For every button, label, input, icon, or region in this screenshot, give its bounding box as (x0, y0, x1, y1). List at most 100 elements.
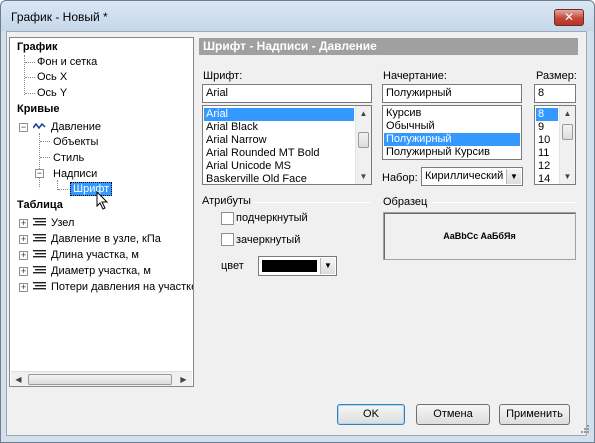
charset-dropdown[interactable]: Кириллический ▼ (421, 167, 523, 186)
tree-group-chart[interactable]: График (17, 39, 58, 55)
scroll-down-arrow-icon[interactable]: ▼ (356, 169, 371, 184)
scroll-up-arrow-icon[interactable]: ▲ (356, 106, 371, 121)
size-option[interactable]: 11 (536, 147, 558, 160)
font-option[interactable]: Baskerville Old Face (204, 173, 354, 184)
tree-guide-line (25, 62, 35, 63)
tree-item-objects[interactable]: Объекты (53, 134, 98, 150)
tree-item-table-4[interactable]: Потери давления на участке (51, 279, 193, 295)
size-option[interactable]: 9 (536, 121, 558, 134)
tree-guide-line (25, 77, 35, 78)
tree-item-table-1[interactable]: Давление в узле, кПа (51, 231, 161, 247)
table-lines-icon (33, 234, 46, 242)
mouse-pointer-icon (96, 191, 109, 210)
size-input[interactable]: 8 (534, 84, 576, 103)
apply-button[interactable]: Применить (499, 404, 570, 425)
title-bar[interactable]: График - Новый * ✕ (1, 1, 594, 31)
group-separator (253, 202, 371, 203)
scroll-right-arrow-icon[interactable]: ▶ (176, 372, 191, 386)
scrollbar-thumb[interactable] (28, 374, 172, 385)
tree-item-pressure[interactable]: Давление (51, 119, 101, 135)
scrollbar-thumb[interactable] (358, 132, 369, 148)
tree-group-curves[interactable]: Кривые (17, 101, 59, 117)
scroll-up-arrow-icon[interactable]: ▲ (560, 106, 575, 121)
underline-label: подчеркнутый (236, 212, 308, 224)
expand-icon[interactable]: + (19, 219, 28, 228)
window-title: График - Новый * (11, 10, 108, 24)
tree-guide-line (40, 141, 50, 142)
style-option[interactable]: Полужирный Курсив (384, 146, 520, 159)
settings-tree[interactable]: График Фон и сетка Ось X Ось Y Кривые − … (9, 37, 194, 387)
font-listbox[interactable]: Arial Arial Black Arial Narrow Arial Rou… (202, 105, 372, 185)
tree-item-labels[interactable]: Надписи (53, 166, 97, 182)
font-label: Шрифт: (203, 70, 243, 82)
style-input[interactable]: Полужирный (382, 84, 522, 103)
color-dropdown[interactable]: ▼ (258, 256, 337, 276)
scroll-down-arrow-icon[interactable]: ▼ (560, 169, 575, 184)
expand-icon[interactable]: + (19, 235, 28, 244)
tree-item-background[interactable]: Фон и сетка (37, 54, 97, 70)
style-option[interactable]: Полужирный (384, 133, 520, 146)
close-icon: ✕ (563, 10, 575, 24)
font-list-scrollbar[interactable]: ▲ ▼ (355, 106, 371, 184)
collapse-icon[interactable]: − (35, 169, 44, 178)
tree-item-axis-x[interactable]: Ось X (37, 69, 67, 85)
close-button[interactable]: ✕ (554, 9, 584, 26)
tree-guide-line (40, 157, 50, 158)
style-option[interactable]: Курсив (384, 107, 520, 120)
scroll-left-arrow-icon[interactable]: ◀ (11, 372, 26, 386)
tree-item-style[interactable]: Стиль (53, 150, 84, 166)
table-lines-icon (33, 282, 46, 290)
font-option[interactable]: Arial Rounded MT Bold (204, 147, 354, 160)
tree-horizontal-scrollbar[interactable]: ◀ ▶ (11, 371, 192, 386)
strikeout-checkbox[interactable] (221, 233, 234, 246)
tree-guide-line (24, 55, 25, 95)
sample-label: Образец (383, 196, 428, 208)
tree-item-axis-y[interactable]: Ось Y (37, 85, 67, 101)
color-swatch (262, 260, 317, 272)
resize-grip-icon[interactable] (578, 424, 590, 436)
tree-guide-line (58, 189, 68, 190)
ok-button[interactable]: OK (337, 404, 405, 425)
style-option[interactable]: Обычный (384, 120, 520, 133)
collapse-icon[interactable]: − (19, 123, 28, 132)
size-list-scrollbar[interactable]: ▲ ▼ (559, 106, 575, 184)
expand-icon[interactable]: + (19, 283, 28, 292)
font-name-input[interactable]: Arial (202, 84, 372, 103)
tree-guide-line (25, 93, 35, 94)
sample-text: AaBbCc AaБбЯя (443, 231, 516, 241)
size-label: Размер: (536, 70, 577, 82)
panel-header: Шрифт - Надписи - Давление (199, 38, 578, 55)
table-lines-icon (33, 218, 46, 226)
group-separator (432, 202, 576, 203)
style-listbox[interactable]: Курсив Обычный Полужирный Полужирный Кур… (382, 105, 522, 160)
tree-item-table-0[interactable]: Узел (51, 215, 74, 231)
size-listbox[interactable]: 8 9 10 11 12 14 ▲ ▼ (534, 105, 576, 185)
sample-preview: AaBbCc AaБбЯя (383, 212, 576, 260)
tree-item-table-2[interactable]: Длина участка, м (51, 247, 139, 263)
size-option[interactable]: 8 (536, 108, 558, 121)
font-option[interactable]: Arial Black (204, 121, 354, 134)
tree-group-table[interactable]: Таблица (17, 197, 63, 213)
cancel-button[interactable]: Отмена (416, 404, 490, 425)
curve-line-icon (33, 122, 46, 130)
font-option[interactable]: Arial Unicode MS (204, 160, 354, 173)
size-option[interactable]: 12 (536, 160, 558, 173)
charset-label: Набор: (382, 172, 418, 184)
font-option[interactable]: Arial (204, 108, 354, 121)
size-option[interactable]: 10 (536, 134, 558, 147)
attributes-label: Атрибуты (202, 195, 251, 207)
underline-checkbox[interactable] (221, 212, 234, 225)
style-label: Начертание: (383, 70, 447, 82)
font-option[interactable]: Arial Narrow (204, 134, 354, 147)
dropdown-arrow-icon[interactable]: ▼ (506, 169, 521, 184)
strikeout-label: зачеркнутый (236, 234, 301, 246)
charset-value: Кириллический (425, 170, 504, 182)
color-label: цвет (221, 260, 244, 272)
expand-icon[interactable]: + (19, 267, 28, 276)
scrollbar-thumb[interactable] (562, 124, 573, 140)
size-option[interactable]: 14 (536, 173, 558, 184)
dropdown-arrow-icon[interactable]: ▼ (320, 258, 335, 274)
table-lines-icon (33, 250, 46, 258)
tree-item-table-3[interactable]: Диаметр участка, м (51, 263, 151, 279)
expand-icon[interactable]: + (19, 251, 28, 260)
